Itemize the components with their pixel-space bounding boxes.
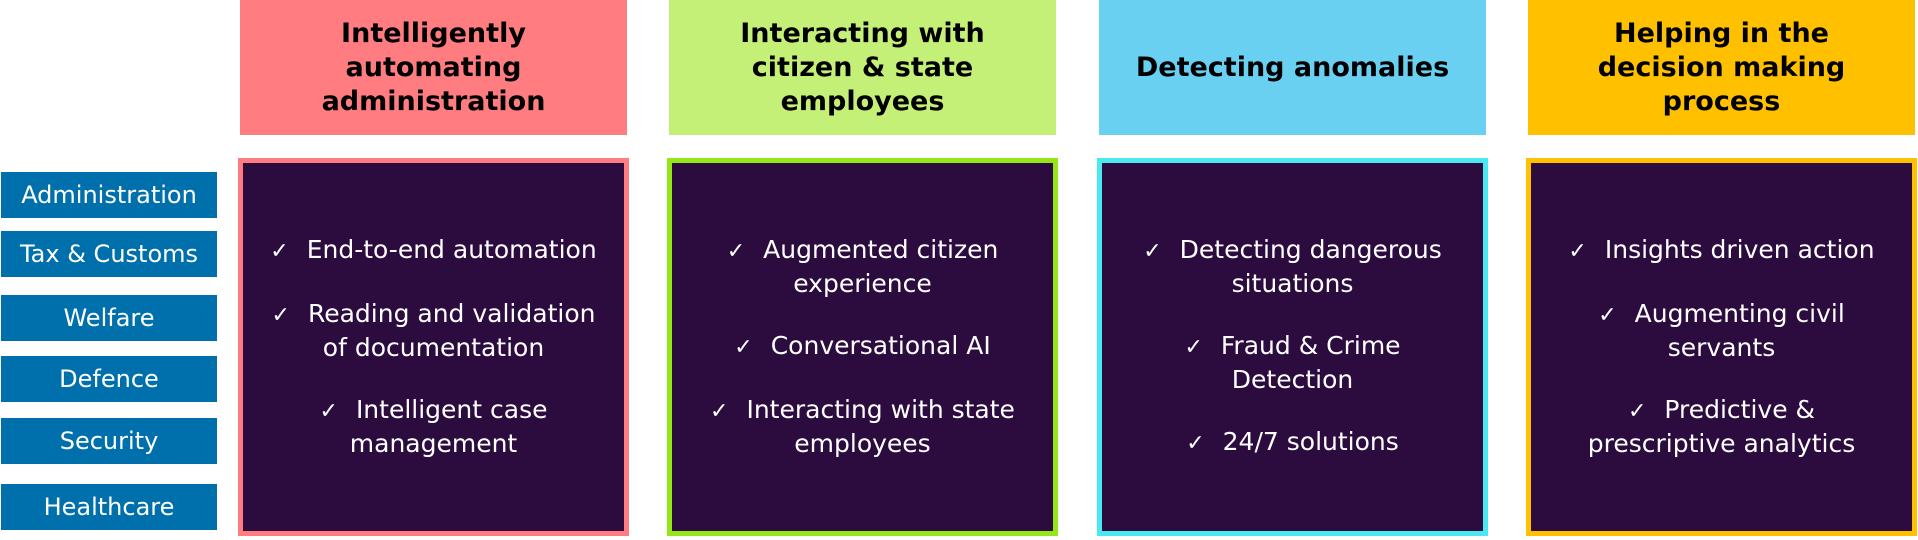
column-panel: ✓ Augmented citizen experience ✓ Conversati… — [667, 158, 1058, 536]
check-icon: ✓ — [1598, 303, 1617, 328]
column-header: Interacting with citizen & state employe… — [669, 0, 1056, 135]
check-icon: ✓ — [1627, 399, 1647, 424]
sector-administration: Administration — [1, 172, 217, 218]
list-item-text: Augmented citizen experience — [763, 235, 999, 298]
column-panel: ✓ End-to-end automation ✓ Reading and valid… — [238, 158, 629, 536]
list-item-text: 24/7 solutions — [1222, 427, 1399, 456]
sector-defence: Defence — [1, 356, 217, 402]
column-header: Detecting anomalies — [1099, 0, 1486, 135]
list-item: ✓ Insights driven action — [1558, 234, 1884, 268]
sector-healthcare: Healthcare — [1, 484, 217, 530]
list-item-text: Insights driven action — [1604, 235, 1875, 264]
list-item: ✓ Augmented citizen experience — [717, 234, 1009, 300]
column-header: Helping in the decision making process — [1528, 0, 1915, 135]
list-item: ✓ Conversational AI — [724, 330, 1000, 364]
sector-security: Security — [1, 418, 217, 464]
list-item: ✓ Intelligent case management — [310, 394, 558, 460]
list-item: ✓ End-to-end automation — [260, 234, 606, 268]
list-item: ✓ 24/7 solutions — [1176, 426, 1409, 460]
check-icon: ✓ — [726, 239, 746, 264]
check-icon: ✓ — [1568, 239, 1587, 264]
list-item: ✓ Fraud & Crime Detection — [1174, 330, 1410, 396]
list-item: ✓ Reading and validation of documentation — [262, 298, 606, 364]
column-header: Intelligently automating administration — [240, 0, 627, 135]
check-icon: ✓ — [1186, 431, 1205, 456]
check-icon: ✓ — [270, 239, 289, 264]
check-icon: ✓ — [271, 303, 290, 328]
check-icon: ✓ — [319, 399, 338, 424]
list-item: ✓ Predictive & prescriptive analytics — [1578, 394, 1865, 460]
check-icon: ✓ — [710, 399, 729, 424]
list-item-text: Intelligent case management — [349, 395, 548, 458]
list-item: ✓ Detecting dangerous situations — [1133, 234, 1452, 300]
list-item: ✓ Augmenting civil servants — [1588, 298, 1855, 364]
list-item-text: Reading and validation of documentation — [307, 299, 596, 362]
list-item-text: Augmenting civil servants — [1634, 299, 1845, 362]
check-icon: ✓ — [1184, 335, 1203, 360]
sector-tax-customs: Tax & Customs — [1, 231, 217, 277]
list-item-text: Detecting dangerous situations — [1179, 235, 1442, 298]
check-icon: ✓ — [734, 335, 753, 360]
sector-welfare: Welfare — [1, 295, 217, 341]
list-item-text: End-to-end automation — [306, 235, 597, 264]
list-item-text: Fraud & Crime Detection — [1220, 331, 1401, 394]
list-item-text: Conversational AI — [770, 331, 991, 360]
check-icon: ✓ — [1143, 239, 1162, 264]
list-item-text: Interacting with state employees — [746, 395, 1015, 458]
list-item: ✓ Interacting with state employees — [700, 394, 1025, 460]
column-panel: ✓ Insights driven action ✓ Augmenting civil… — [1526, 158, 1917, 536]
column-panel: ✓ Detecting dangerous situations ✓ Fraud & … — [1097, 158, 1488, 536]
